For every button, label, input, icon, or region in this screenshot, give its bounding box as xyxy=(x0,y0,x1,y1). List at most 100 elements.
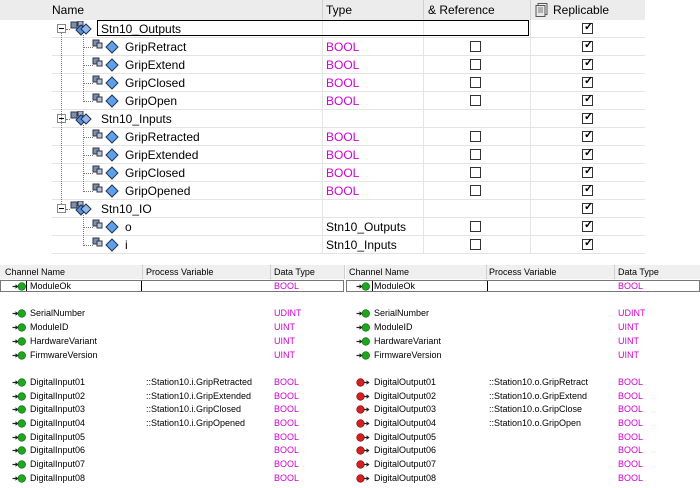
process-variable[interactable]: ::Station10.i.GripClosed xyxy=(146,403,241,416)
process-variable[interactable]: ::Station10.i.GripRetracted xyxy=(146,376,252,389)
channel-row[interactable]: ModuleOk BOOL xyxy=(0,280,344,293)
group-name: Stn10_Inputs xyxy=(101,112,172,126)
reference-checkbox[interactable] xyxy=(470,239,481,250)
replicable-checkbox[interactable]: ✓ xyxy=(582,93,593,106)
variable-type: Stn10_Inputs xyxy=(326,238,397,252)
channel-row[interactable]: FirmwareVersion UINT xyxy=(346,349,700,362)
column-separator xyxy=(486,265,487,279)
channel-row[interactable]: HardwareVariant UINT xyxy=(346,335,700,348)
variable-name: GripExtended xyxy=(125,148,199,162)
channel-row[interactable]: DigitalOutput06 BOOL xyxy=(346,444,700,457)
tree-variable-row[interactable]: GripClosed BOOL ✓ xyxy=(0,164,645,182)
header-reference[interactable]: & Reference xyxy=(428,0,495,20)
header-data-type-right[interactable]: Data Type xyxy=(618,265,659,279)
replicable-checkbox[interactable]: ✓ xyxy=(582,21,593,34)
reference-checkbox[interactable] xyxy=(470,149,481,160)
channel-row[interactable]: HardwareVariant UINT xyxy=(0,335,344,348)
process-variable[interactable]: ::Station10.i.GripOpened xyxy=(146,417,245,430)
replicable-checkbox[interactable]: ✓ xyxy=(582,165,593,178)
header-data-type-left[interactable]: Data Type xyxy=(274,265,315,279)
variable-type: Stn10_Outputs xyxy=(326,220,407,234)
reference-checkbox[interactable] xyxy=(470,167,481,178)
input-channel-icon xyxy=(356,309,370,318)
channel-row[interactable]: DigitalInput03::Station10.i.GripClosed BO… xyxy=(0,403,344,416)
collapse-icon[interactable] xyxy=(57,204,66,213)
header-name[interactable]: Name xyxy=(52,0,84,20)
tree-group-row[interactable]: Stn10_Inputs ✓ xyxy=(0,110,645,128)
channel-row[interactable]: DigitalInput01::Station10.i.GripRetracte… xyxy=(0,376,344,389)
replicable-checkbox[interactable]: ✓ xyxy=(582,111,593,124)
channel-row[interactable]: FirmwareVersion UINT xyxy=(0,349,344,362)
header-process-variable-right[interactable]: Process Variable xyxy=(489,265,556,279)
replicable-checkbox[interactable]: ✓ xyxy=(582,219,593,232)
channel-row[interactable]: DigitalInput04::Station10.i.GripOpened BO… xyxy=(0,417,344,430)
replicable-checkbox[interactable]: ✓ xyxy=(582,39,593,52)
header-channel-name-right[interactable]: Channel Name xyxy=(349,265,409,279)
channel-row[interactable]: DigitalOutput01::Station10.o.GripRetract… xyxy=(346,376,700,389)
header-process-variable-left[interactable]: Process Variable xyxy=(146,265,213,279)
input-channel-icon xyxy=(12,474,26,483)
reference-checkbox[interactable] xyxy=(470,221,481,232)
channel-row[interactable]: DigitalInput02::Station10.i.GripExtended… xyxy=(0,390,344,403)
input-channel-icon xyxy=(12,378,26,387)
tree-variable-row[interactable]: o Stn10_Outputs ✓ xyxy=(0,218,645,236)
channel-name: ModuleID xyxy=(30,322,69,333)
variable-name: i xyxy=(125,238,128,252)
channel-row[interactable]: ModuleID UINT xyxy=(346,321,700,334)
reference-checkbox[interactable] xyxy=(470,59,481,70)
reference-checkbox[interactable] xyxy=(470,77,481,88)
tree-variable-row[interactable]: GripRetract BOOL ✓ xyxy=(0,38,645,56)
replicable-checkbox[interactable]: ✓ xyxy=(582,129,593,142)
process-variable[interactable]: ::Station10.o.GripOpen xyxy=(489,417,581,430)
channel-row[interactable]: DigitalOutput08 BOOL xyxy=(346,472,700,485)
process-variable[interactable]: ::Station10.i.GripExtended xyxy=(146,390,251,403)
channel-row[interactable]: DigitalOutput04::Station10.o.GripOpen BOO… xyxy=(346,417,700,430)
variable-name: GripRetract xyxy=(125,40,187,54)
channel-row[interactable]: DigitalOutput02::Station10.o.GripExtend B… xyxy=(346,390,700,403)
channel-row[interactable]: DigitalInput08 BOOL xyxy=(0,472,344,485)
reference-checkbox[interactable] xyxy=(470,41,481,52)
variable-icon xyxy=(92,39,119,54)
tree-variable-row[interactable]: GripOpened BOOL ✓ xyxy=(0,182,645,200)
tree-group-row[interactable]: Stn10_IO ✓ xyxy=(0,200,645,218)
tree-variable-row[interactable]: GripExtended BOOL ✓ xyxy=(0,146,645,164)
channel-row[interactable]: SerialNumber UDINT xyxy=(0,307,344,320)
tree-variable-row[interactable]: GripRetracted BOOL ✓ xyxy=(0,128,645,146)
channel-row[interactable]: DigitalOutput07 BOOL xyxy=(346,458,700,471)
header-channel-name-left[interactable]: Channel Name xyxy=(5,265,65,279)
tree-variable-row[interactable]: GripOpen BOOL ✓ xyxy=(0,92,645,110)
header-replicable[interactable]: Replicable xyxy=(553,0,609,20)
tree-variable-row[interactable]: i Stn10_Inputs ✓ xyxy=(0,236,645,254)
tree-variable-row[interactable]: GripClosed BOOL ✓ xyxy=(0,74,645,92)
channel-row[interactable]: DigitalOutput03::Station10.o.GripClose BO… xyxy=(346,403,700,416)
process-variable[interactable]: ::Station10.o.GripExtend xyxy=(489,390,587,403)
replicable-checkbox[interactable]: ✓ xyxy=(582,57,593,70)
tree-variable-row[interactable]: GripExtend BOOL ✓ xyxy=(0,56,645,74)
process-variable[interactable]: ::Station10.o.GripClose xyxy=(489,403,582,416)
tree-branch-line xyxy=(83,125,84,192)
reference-checkbox[interactable] xyxy=(470,185,481,196)
collapse-icon[interactable] xyxy=(57,24,66,33)
replicable-checkbox[interactable]: ✓ xyxy=(582,237,593,250)
input-channel-icon xyxy=(12,391,26,401)
replicable-checkbox[interactable]: ✓ xyxy=(582,201,593,214)
replicable-checkbox[interactable]: ✓ xyxy=(582,75,593,88)
replicable-checkbox[interactable]: ✓ xyxy=(582,183,593,196)
header-type[interactable]: Type xyxy=(326,0,352,20)
channel-row[interactable]: ModuleOk BOOL xyxy=(346,280,700,293)
channel-row[interactable]: DigitalInput05 BOOL xyxy=(0,431,344,444)
channel-row[interactable]: DigitalOutput05 BOOL xyxy=(346,431,700,444)
channel-row[interactable]: DigitalInput06 BOOL xyxy=(0,444,344,457)
tree-group-row[interactable]: Stn10_Outputs ✓ xyxy=(0,20,645,38)
channel-data-type: UINT xyxy=(274,335,295,346)
channel-header-left: Channel Name Process Variable Data Type xyxy=(0,265,344,279)
channel-row[interactable]: ModuleID UINT xyxy=(0,321,344,334)
process-variable[interactable]: ::Station10.o.GripRetract xyxy=(489,376,588,389)
reference-checkbox[interactable] xyxy=(470,95,481,106)
reference-checkbox[interactable] xyxy=(470,131,481,142)
channel-row[interactable]: DigitalInput07 BOOL xyxy=(0,458,344,471)
replicable-checkbox[interactable]: ✓ xyxy=(582,147,593,160)
channel-name: HardwareVariant xyxy=(374,335,441,346)
input-channel-icon xyxy=(12,282,26,291)
channel-row[interactable]: SerialNumber UDINT xyxy=(346,307,700,320)
